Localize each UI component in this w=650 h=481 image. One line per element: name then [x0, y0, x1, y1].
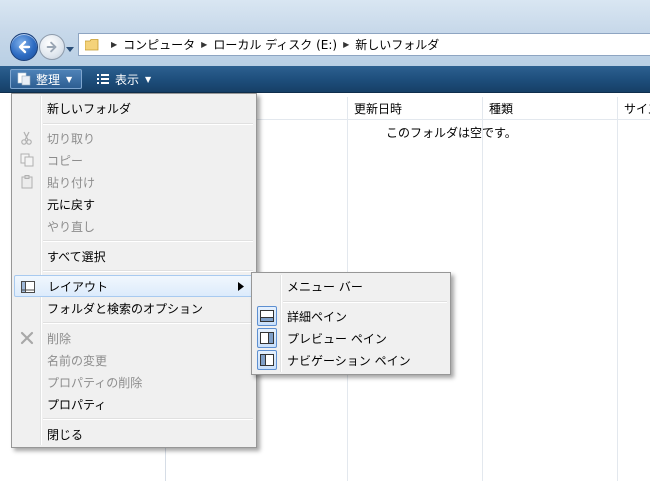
- back-button[interactable]: [10, 33, 38, 61]
- menu-separator: [43, 418, 253, 420]
- menu-item-select-all[interactable]: すべて選択: [14, 245, 254, 267]
- menu-item-remove-properties[interactable]: プロパティの削除: [14, 371, 254, 393]
- menu-item-label: 貼り付け: [47, 175, 96, 190]
- menu-separator: [43, 123, 253, 125]
- column-divider[interactable]: [482, 97, 483, 481]
- breadcrumb-arrow-icon[interactable]: ▶: [201, 40, 207, 49]
- submenu-item-preview-pane[interactable]: プレビュー ペイン: [254, 327, 448, 349]
- column-header-label: 更新日時: [354, 101, 403, 116]
- menu-item-label: 元に戻す: [47, 197, 96, 212]
- menu-item-label: プロパティの削除: [47, 375, 143, 390]
- column-header-size[interactable]: サイズ: [618, 97, 650, 119]
- menu-item-properties[interactable]: プロパティ: [14, 393, 254, 415]
- menu-item-cut[interactable]: 切り取り: [14, 127, 254, 149]
- breadcrumb-computer[interactable]: コンピュータ: [123, 36, 195, 53]
- column-header-label: 種類: [489, 101, 514, 116]
- submenu-item-menu-bar[interactable]: メニュー バー: [254, 275, 448, 297]
- preview-pane-icon: [257, 328, 277, 348]
- menu-item-label: レイアウト: [48, 279, 109, 294]
- menu-item-close[interactable]: 閉じる: [14, 423, 254, 445]
- menu-item-label: 詳細ペイン: [287, 309, 348, 324]
- menu-item-label: やり直し: [47, 219, 96, 234]
- menu-item-label: 削除: [47, 331, 72, 346]
- menu-item-new-folder[interactable]: 新しいフォルダ: [14, 97, 254, 119]
- organize-menu: 新しいフォルダ 切り取り コピー 貼り付け 元に戻す やり直し すべて選択 レイ…: [11, 93, 257, 448]
- view-button[interactable]: 表示 ▼: [90, 69, 164, 89]
- menu-item-label: 名前の変更: [47, 353, 108, 368]
- command-toolbar: 整理 ▼ 表示 ▼: [0, 66, 650, 93]
- menu-item-delete[interactable]: 削除: [14, 327, 254, 349]
- copy-icon: [20, 153, 34, 167]
- layout-icon: [21, 281, 35, 293]
- submenu-item-navigation-pane[interactable]: ナビゲーション ペイン: [254, 349, 448, 371]
- menu-item-label: コピー: [47, 153, 84, 168]
- clipboard-icon: [21, 175, 33, 189]
- menu-item-copy[interactable]: コピー: [14, 149, 254, 171]
- scissors-icon: [21, 131, 32, 145]
- breadcrumb-arrow-icon[interactable]: ▶: [111, 40, 117, 49]
- menu-item-label: 切り取り: [47, 131, 96, 146]
- column-header-date-modified[interactable]: 更新日時: [348, 97, 482, 119]
- column-header-type[interactable]: 種類: [483, 97, 617, 119]
- view-icon: [97, 74, 109, 84]
- column-header-label: サイズ: [624, 101, 650, 116]
- arrow-right-icon: [46, 41, 57, 53]
- chevron-down-icon: ▼: [145, 74, 152, 84]
- menu-item-label: すべて選択: [47, 249, 106, 264]
- view-label: 表示: [115, 72, 140, 87]
- menu-item-label: 閉じる: [47, 427, 84, 442]
- layout-submenu: メニュー バー 詳細ペイン プレビュー ペイン ナビゲーション ペイン: [251, 272, 451, 375]
- folder-icon: [85, 38, 99, 50]
- menu-separator: [43, 322, 253, 324]
- details-pane-icon: [257, 306, 277, 326]
- breadcrumb-new-folder[interactable]: 新しいフォルダ: [355, 36, 439, 53]
- breadcrumb-local-disk[interactable]: ローカル ディスク (E:): [213, 36, 337, 53]
- recent-pages-button[interactable]: [66, 42, 74, 52]
- menu-item-label: ナビゲーション ペイン: [287, 353, 411, 368]
- arrow-left-icon: [18, 40, 31, 54]
- menu-item-redo[interactable]: やり直し: [14, 215, 254, 237]
- menu-item-folder-options[interactable]: フォルダと検索のオプション: [14, 297, 254, 319]
- menu-separator: [283, 301, 447, 303]
- organize-button[interactable]: 整理 ▼: [10, 69, 82, 89]
- menu-item-label: 新しいフォルダ: [47, 101, 132, 116]
- submenu-arrow-icon: [238, 282, 244, 291]
- organize-icon: [17, 72, 31, 86]
- address-bar[interactable]: ▶ コンピュータ ▶ ローカル ディスク (E:) ▶ 新しいフォルダ: [78, 33, 650, 56]
- menu-item-label: プロパティ: [47, 397, 107, 412]
- delete-x-icon: [20, 331, 34, 345]
- submenu-item-details-pane[interactable]: 詳細ペイン: [254, 305, 448, 327]
- column-divider[interactable]: [617, 97, 618, 481]
- title-bar: ▶ コンピュータ ▶ ローカル ディスク (E:) ▶ 新しいフォルダ: [0, 0, 650, 66]
- menu-item-label: プレビュー ペイン: [287, 331, 387, 346]
- menu-item-paste[interactable]: 貼り付け: [14, 171, 254, 193]
- menu-item-rename[interactable]: 名前の変更: [14, 349, 254, 371]
- menu-item-layout[interactable]: レイアウト: [14, 275, 254, 297]
- breadcrumb-arrow-icon[interactable]: ▶: [343, 40, 349, 49]
- organize-label: 整理: [36, 72, 61, 87]
- menu-item-label: フォルダと検索のオプション: [47, 301, 204, 316]
- menu-item-label: メニュー バー: [287, 279, 363, 294]
- menu-separator: [43, 270, 253, 272]
- menu-item-undo[interactable]: 元に戻す: [14, 193, 254, 215]
- forward-button[interactable]: [39, 34, 65, 60]
- navigation-pane-icon: [257, 350, 277, 370]
- empty-folder-message: このフォルダは空です。: [386, 126, 517, 140]
- chevron-down-icon: [66, 47, 74, 52]
- chevron-down-icon: ▼: [66, 74, 73, 84]
- menu-separator: [43, 240, 253, 242]
